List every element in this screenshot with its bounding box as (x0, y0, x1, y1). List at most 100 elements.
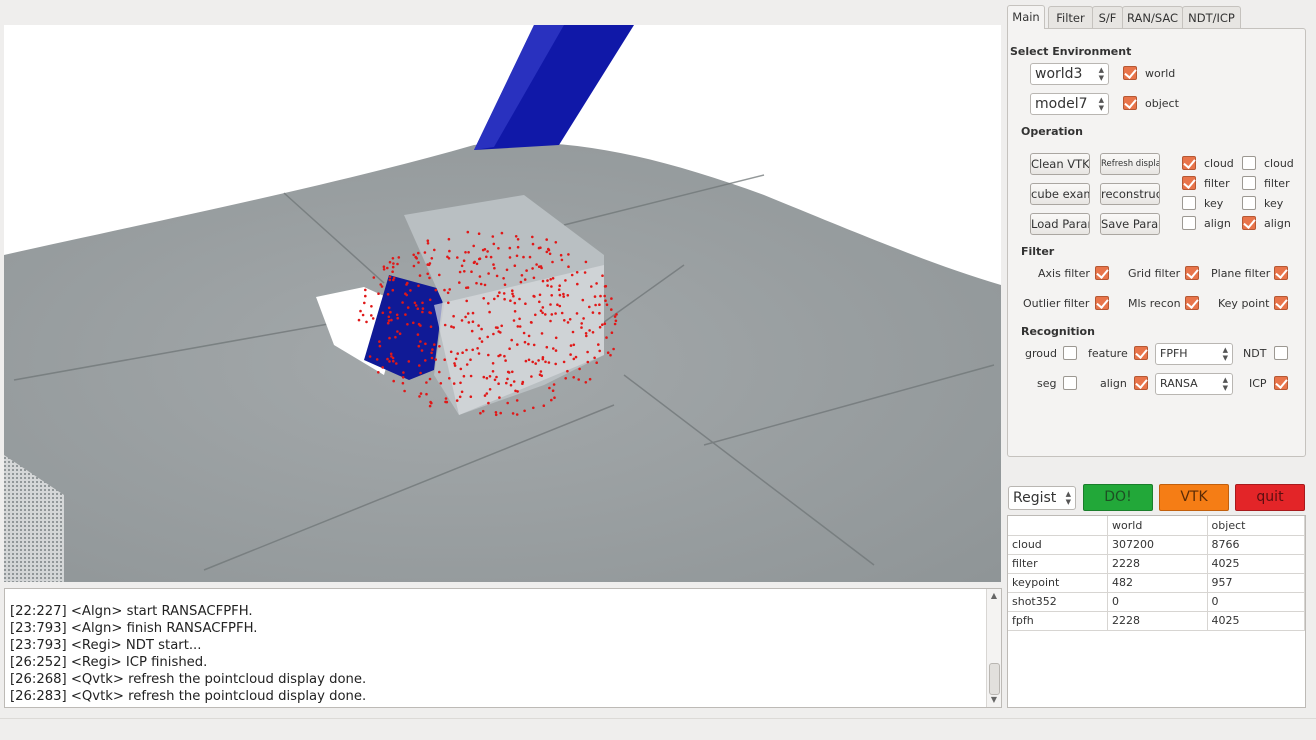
feature-select[interactable]: FPFH ▲ ▼ (1155, 343, 1233, 365)
object-value-cell: 8766 (1207, 535, 1306, 555)
vtk-3d-viewport[interactable] (4, 25, 1001, 582)
log-line: [23:793] <Regi> NDT start... (10, 638, 202, 653)
log-line: [22:227] <Algn> start RANSACFPFH. (10, 604, 253, 619)
mode-select[interactable]: Regist ▲ ▼ (1008, 486, 1076, 510)
clean-vtk-button[interactable]: Clean VTK (1030, 153, 1090, 175)
ndt-label: NDT (1243, 347, 1267, 360)
select-environment-title: Select Environment (1010, 45, 1132, 58)
object-value-cell: 4025 (1207, 611, 1306, 631)
display-cloud-right-label: cloud (1264, 157, 1294, 170)
refresh-display-button[interactable]: Refresh display (1100, 153, 1160, 175)
scroll-up-icon[interactable]: ▲ (987, 590, 1001, 602)
quit-button[interactable]: quit (1235, 484, 1305, 511)
world-checkbox[interactable] (1123, 66, 1137, 80)
key-point-label: Key point (1218, 297, 1270, 310)
recognition-align-checkbox[interactable] (1134, 376, 1148, 390)
log-line: [23:793] <Algn> finish RANSACFPFH. (10, 621, 258, 636)
outlier-filter-label: Outlier filter (1023, 297, 1090, 310)
stats-table[interactable]: world object cloud 307200 8766 filter 22… (1007, 515, 1306, 708)
vtk-button[interactable]: VTK (1159, 484, 1229, 511)
save-param-button[interactable]: Save Param (1100, 213, 1160, 235)
display-key-right-checkbox[interactable] (1242, 196, 1256, 210)
select-arrows-icon[interactable]: ▲ ▼ (1066, 490, 1071, 506)
tab-main[interactable]: Main (1007, 5, 1045, 29)
reconstruct-button[interactable]: reconstruct (1100, 183, 1160, 205)
table-header-cell: object (1207, 516, 1306, 536)
seg-checkbox[interactable] (1063, 376, 1077, 390)
object-value-cell: 4025 (1207, 554, 1306, 574)
feature-checkbox[interactable] (1134, 346, 1148, 360)
operation-title: Operation (1021, 125, 1083, 138)
object-spinbox[interactable]: model7 ▲ ▼ (1030, 93, 1109, 115)
display-key-left-checkbox[interactable] (1182, 196, 1196, 210)
log-scrollbar[interactable]: ▲ ▼ (986, 589, 1001, 707)
display-filter-left-checkbox[interactable] (1182, 176, 1196, 190)
scroll-down-icon[interactable]: ▼ (987, 694, 1001, 706)
row-label-cell: shot352 (1008, 592, 1109, 612)
select-arrows-icon[interactable]: ▲ ▼ (1223, 346, 1228, 362)
display-cloud-right-checkbox[interactable] (1242, 156, 1256, 170)
row-label-cell: cloud (1008, 535, 1109, 555)
key-point-checkbox[interactable] (1274, 296, 1288, 310)
tab-ransac[interactable]: RAN/SAC (1122, 6, 1183, 28)
world-value-cell: 2228 (1107, 554, 1208, 574)
log-line: [26:268] <Qvtk> refresh the pointcloud d… (10, 672, 367, 687)
object-value-cell: 957 (1207, 573, 1306, 593)
log-line: [26:252] <Regi> ICP finished. (10, 655, 208, 670)
grid-filter-label: Grid filter (1128, 267, 1181, 280)
table-header-cell: world (1107, 516, 1208, 536)
align-select[interactable]: RANSA ▲ ▼ (1155, 373, 1233, 395)
icp-checkbox[interactable] (1274, 376, 1288, 390)
display-cloud-left-checkbox[interactable] (1182, 156, 1196, 170)
world-spin-value: world3 (1035, 66, 1083, 82)
log-lines: [22:227] <Algn> start RANSACFPFH. [23:79… (10, 603, 983, 705)
cube-exam-button[interactable]: cube exam (1030, 183, 1090, 205)
world-value-cell: 482 (1107, 573, 1208, 593)
mls-recon-label: Mls recon (1128, 297, 1181, 310)
scrollbar-thumb[interactable] (989, 663, 1000, 695)
log-line: [26:283] <Qvtk> refresh the pointcloud d… (10, 689, 367, 704)
axis-filter-checkbox[interactable] (1095, 266, 1109, 280)
table-row[interactable]: shot352 0 0 (1008, 592, 1306, 612)
table-row[interactable]: cloud 307200 8766 (1008, 535, 1306, 555)
world-value-cell: 307200 (1107, 535, 1208, 555)
groud-checkbox[interactable] (1063, 346, 1077, 360)
axis-filter-label: Axis filter (1038, 267, 1090, 280)
mode-select-value: Regist (1013, 490, 1057, 506)
table-row[interactable]: keypoint 482 957 (1008, 573, 1306, 593)
main-tab-panel: Select Environment world3 ▲ ▼ world model… (1007, 28, 1306, 457)
do-button[interactable]: DO! (1083, 484, 1153, 511)
feature-label: feature (1088, 347, 1128, 360)
display-filter-right-checkbox[interactable] (1242, 176, 1256, 190)
display-align-right-checkbox[interactable] (1242, 216, 1256, 230)
outlier-filter-checkbox[interactable] (1095, 296, 1109, 310)
load-param-button[interactable]: Load Param (1030, 213, 1090, 235)
display-align-left-checkbox[interactable] (1182, 216, 1196, 230)
plane-filter-checkbox[interactable] (1274, 266, 1288, 280)
recognition-align-label: align (1100, 377, 1127, 390)
table-row[interactable]: fpfh 2228 4025 (1008, 611, 1306, 631)
object-check-label: object (1145, 97, 1179, 110)
tab-filter[interactable]: Filter (1048, 6, 1093, 28)
ndt-checkbox[interactable] (1274, 346, 1288, 360)
row-label-cell: fpfh (1008, 611, 1109, 631)
tab-ndticp[interactable]: NDT/ICP (1182, 6, 1241, 28)
mls-recon-checkbox[interactable] (1185, 296, 1199, 310)
spin-arrows-icon[interactable]: ▲ ▼ (1099, 96, 1104, 112)
row-label-cell: keypoint (1008, 573, 1109, 593)
display-align-left-label: align (1204, 217, 1231, 230)
world-value-cell: 0 (1107, 592, 1208, 612)
recognition-title: Recognition (1021, 325, 1095, 338)
spin-arrows-icon[interactable]: ▲ ▼ (1099, 66, 1104, 82)
select-arrows-icon[interactable]: ▲ ▼ (1223, 376, 1228, 392)
object-checkbox[interactable] (1123, 96, 1137, 110)
table-row[interactable]: filter 2228 4025 (1008, 554, 1306, 574)
world-spinbox[interactable]: world3 ▲ ▼ (1030, 63, 1109, 85)
table-header-cell (1008, 516, 1109, 536)
grid-filter-checkbox[interactable] (1185, 266, 1199, 280)
log-console[interactable]: [22:227] <Algn> start RANSACFPFH. [23:79… (4, 588, 1002, 708)
display-filter-right-label: filter (1264, 177, 1290, 190)
tab-sf[interactable]: S/F (1092, 6, 1123, 28)
row-label-cell: filter (1008, 554, 1109, 574)
plane-filter-label: Plane filter (1211, 267, 1271, 280)
